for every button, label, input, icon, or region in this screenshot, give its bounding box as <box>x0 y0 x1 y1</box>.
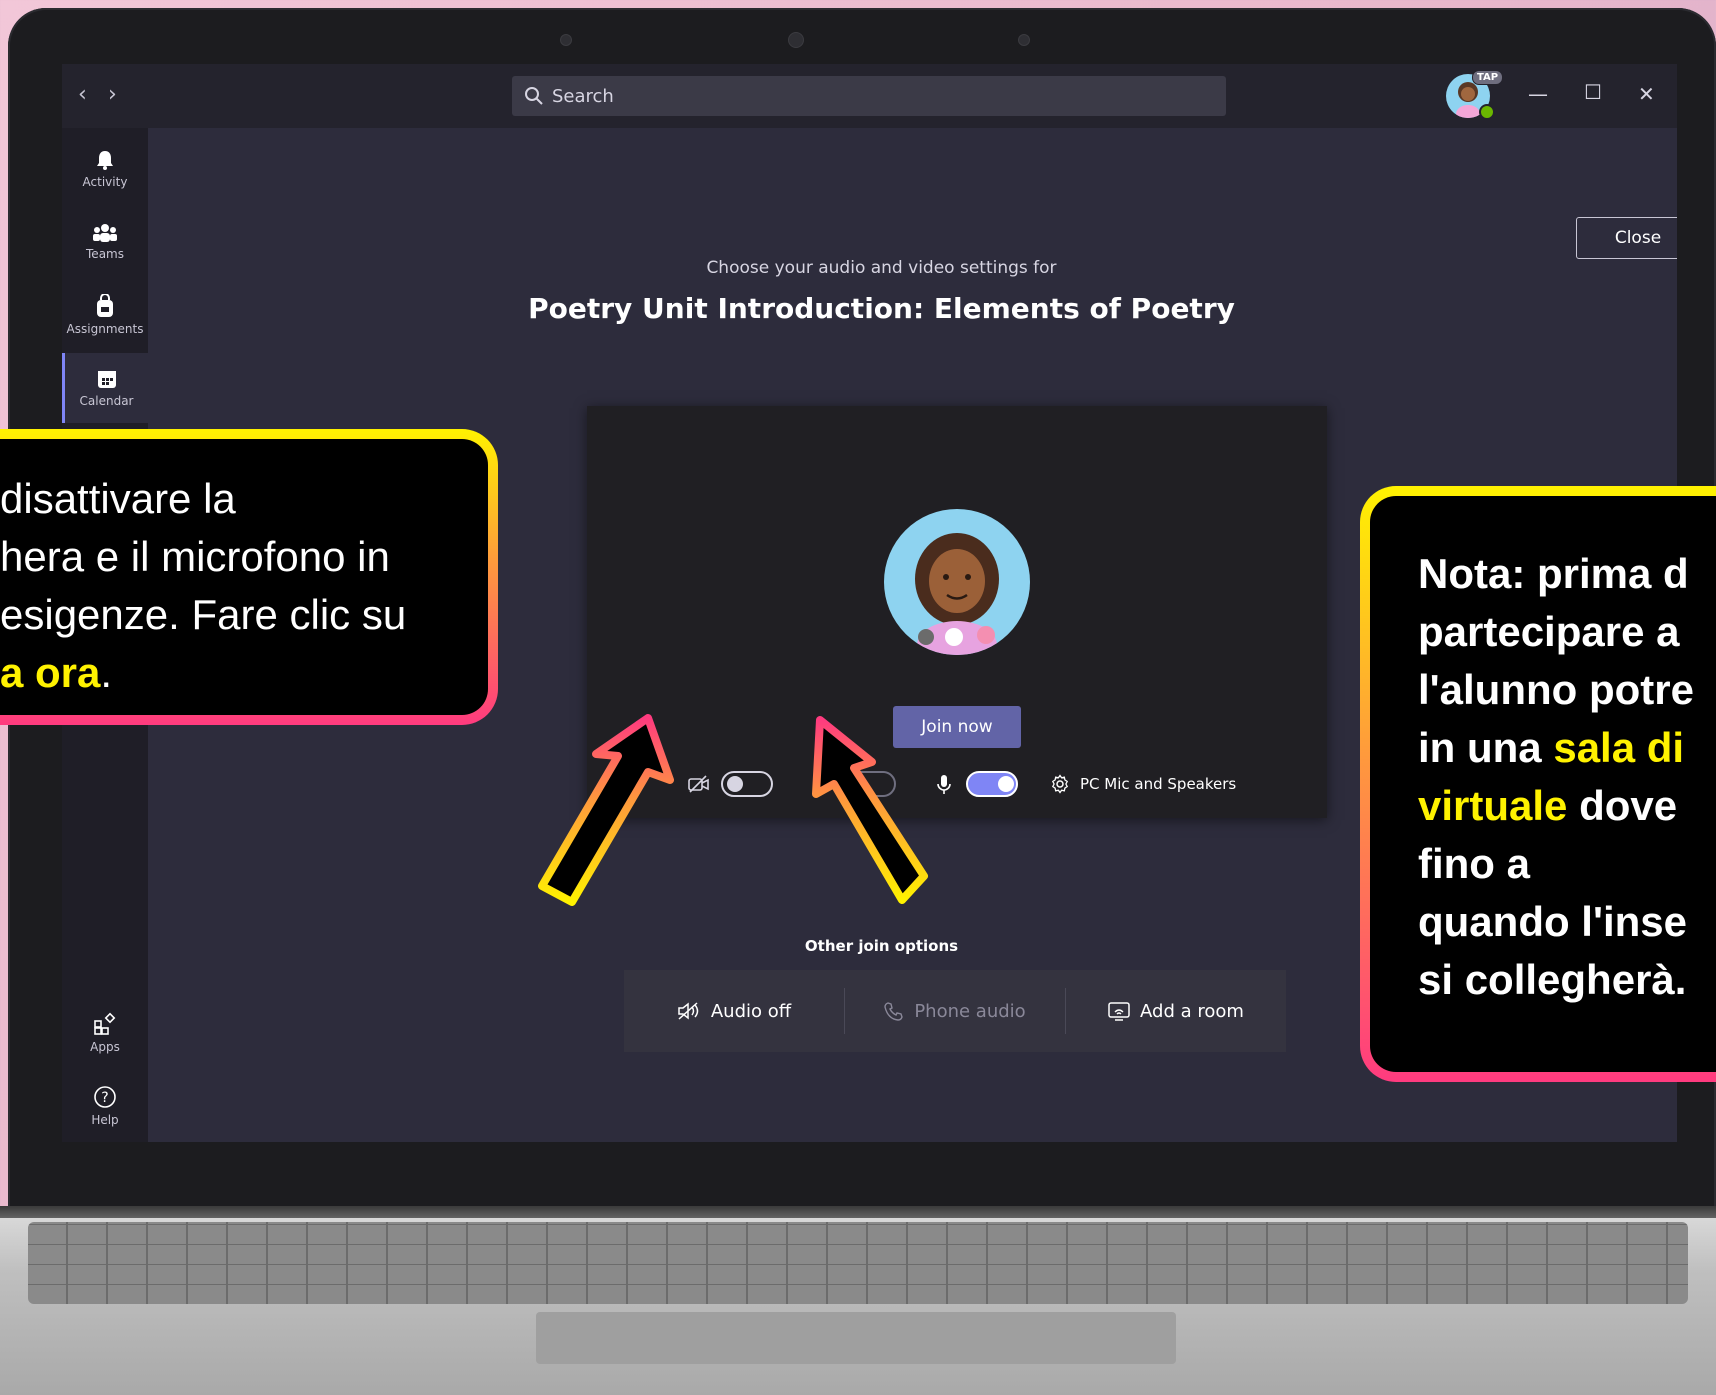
rail-item-teams[interactable]: Teams <box>62 207 148 277</box>
rail-label: Apps <box>90 1040 120 1054</box>
backpack-icon <box>97 294 113 317</box>
other-join-options: Audio off Phone audio Add a room <box>624 970 1286 1052</box>
callout-left-highlight: a ora <box>0 649 101 696</box>
phone-audio-label: Phone audio <box>914 1000 1026 1022</box>
rail-item-apps[interactable]: Apps <box>62 998 148 1068</box>
callout-right-line: virtuale dove <box>1418 777 1716 835</box>
rail-label: Activity <box>82 175 128 189</box>
rail-label: Teams <box>86 247 124 261</box>
rail-label: Help <box>91 1113 119 1127</box>
maximize-icon[interactable]: ☐ <box>1584 80 1602 104</box>
callout-right-highlight: sala di <box>1553 724 1685 771</box>
user-avatar-large <box>884 509 1030 655</box>
presence-status-icon <box>1479 104 1495 120</box>
phone-audio-option[interactable]: Phone audio <box>845 970 1065 1052</box>
calendar-icon <box>97 371 116 388</box>
callout-right-line: fino a <box>1418 840 1530 887</box>
search-placeholder: Search <box>552 85 614 107</box>
add-room-option[interactable]: Add a room <box>1066 970 1286 1052</box>
speaker-off-icon <box>678 1002 699 1020</box>
search-input[interactable]: Search <box>512 76 1226 116</box>
rail-label: Assignments <box>66 322 144 336</box>
apps-icon <box>94 1012 116 1035</box>
svg-text:?: ? <box>101 1090 108 1106</box>
audio-off-label: Audio off <box>710 1000 792 1022</box>
device-label: PC Mic and Speakers <box>1080 775 1237 793</box>
room-display-icon <box>1108 1002 1130 1021</box>
rail-label: Calendar <box>79 394 134 408</box>
callout-right-text: dove <box>1567 782 1678 829</box>
rail-item-assignments[interactable]: Assignments <box>62 280 148 350</box>
callout-right-line: Nota: prima d <box>1418 550 1689 597</box>
device-settings-button[interactable]: PC Mic and Speakers <box>1050 774 1236 794</box>
callout-left-end: . <box>100 649 113 696</box>
rail-item-calendar[interactable]: Calendar <box>62 353 148 423</box>
callout-right-text: in una <box>1418 724 1554 771</box>
callout-right-line: l'alunno potre <box>1418 666 1694 713</box>
callout-left-line: a ora. <box>0 644 440 702</box>
microphone-toggle[interactable] <box>966 771 1018 797</box>
callout-left-line: esigenze. Fare clic su <box>0 591 407 638</box>
rail-item-help[interactable]: ? Help <box>62 1071 148 1141</box>
callout-right-line: partecipare a <box>1418 608 1680 655</box>
callout-right-line: si collegherà. <box>1418 956 1687 1003</box>
callout-right-highlight: virtuale <box>1418 782 1568 829</box>
arrow-to-microphone-toggle <box>812 716 928 904</box>
teams-icon <box>93 224 117 242</box>
meeting-title: Poetry Unit Introduction: Elements of Po… <box>528 292 1235 325</box>
trackpad <box>536 1312 1176 1364</box>
callout-left-line: disattivare la <box>0 475 236 522</box>
webcam-lens <box>788 32 804 48</box>
sensor-dot <box>560 34 572 46</box>
search-icon <box>524 86 544 106</box>
callout-right-line: in una sala di <box>1418 719 1716 777</box>
help-icon: ? <box>94 1086 116 1108</box>
forward-icon[interactable]: › <box>108 82 117 107</box>
rail-item-activity[interactable]: Activity <box>62 134 148 204</box>
arrow-to-camera-toggle <box>538 714 674 906</box>
toggle-knob <box>998 776 1014 792</box>
bell-icon <box>97 151 113 170</box>
callout-text-left: disattivare la hera e il microfono in es… <box>0 470 440 702</box>
sensor-dot <box>1018 34 1030 46</box>
gear-icon <box>1051 774 1069 794</box>
audio-off-option[interactable]: Audio off <box>624 970 844 1052</box>
minimize-icon[interactable]: — <box>1528 82 1548 106</box>
add-room-label: Add a room <box>1140 1000 1244 1022</box>
close-button[interactable]: Close <box>1576 217 1677 259</box>
prejoin-subtitle: Choose your audio and video settings for <box>706 258 1057 278</box>
arrow-annotations <box>538 714 928 906</box>
back-icon[interactable]: ‹ <box>78 82 87 107</box>
keyboard <box>28 1222 1688 1304</box>
close-window-icon[interactable]: ✕ <box>1638 82 1655 106</box>
phone-icon <box>884 1002 904 1021</box>
title-bar: ‹ › Search TAP — ☐ ✕ <box>62 64 1677 128</box>
callout-right-line: quando l'inse <box>1418 898 1688 945</box>
callout-left-line: hera e il microfono in <box>0 533 390 580</box>
callout-text-right: Nota: prima d partecipare a l'alunno pot… <box>1418 545 1716 1009</box>
tap-badge: TAP <box>1472 70 1504 85</box>
